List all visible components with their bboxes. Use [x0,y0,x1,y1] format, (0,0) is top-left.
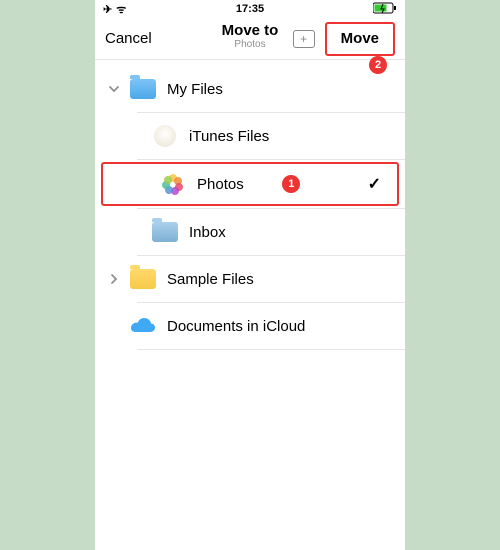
airplane-icon: ✈ [103,3,112,16]
nav-title: Move to [222,22,279,39]
folder-list: My Files iTunes Files [95,60,405,350]
itunes-icon [154,125,176,147]
row-label: Sample Files [167,271,393,288]
row-label: iTunes Files [189,128,393,145]
battery-icon [373,2,397,17]
row-sample-files[interactable]: Sample Files [95,256,405,302]
chevron-right-icon[interactable] [103,273,125,285]
chevron-down-icon[interactable] [103,83,125,95]
row-itunes-files[interactable]: iTunes Files [95,113,405,159]
folder-icon [152,222,178,242]
row-inbox[interactable]: Inbox [95,209,405,255]
row-label: Documents in iCloud [167,318,393,335]
move-button[interactable]: Move [335,27,385,50]
photos-icon [162,173,184,195]
phone-screen: ✈ ᯤ 17:35 Cancel Move to Photos + Move 2 [95,0,405,550]
row-label: Inbox [189,224,393,241]
icloud-icon [130,317,156,335]
status-time: 17:35 [236,3,264,15]
status-bar: ✈ ᯤ 17:35 [95,0,405,18]
move-button-highlight: Move [325,22,395,56]
wifi-icon: ᯤ [116,2,126,17]
nav-bar: Cancel Move to Photos + Move [95,18,405,60]
cancel-button[interactable]: Cancel [105,30,152,47]
new-folder-icon[interactable]: + [293,30,315,48]
folder-icon [130,269,156,289]
row-my-files[interactable]: My Files [95,66,405,112]
nav-title-wrap: Move to Photos [222,22,279,50]
row-label: My Files [167,81,393,98]
nav-subtitle: Photos [222,39,279,50]
row-photos[interactable]: Photos 1 ✓ [101,162,399,206]
folder-icon [130,79,156,99]
row-icloud[interactable]: Documents in iCloud [95,303,405,349]
annotation-badge-1: 1 [282,175,300,193]
row-label: Photos [197,176,264,193]
checkmark-icon: ✓ [368,174,381,194]
